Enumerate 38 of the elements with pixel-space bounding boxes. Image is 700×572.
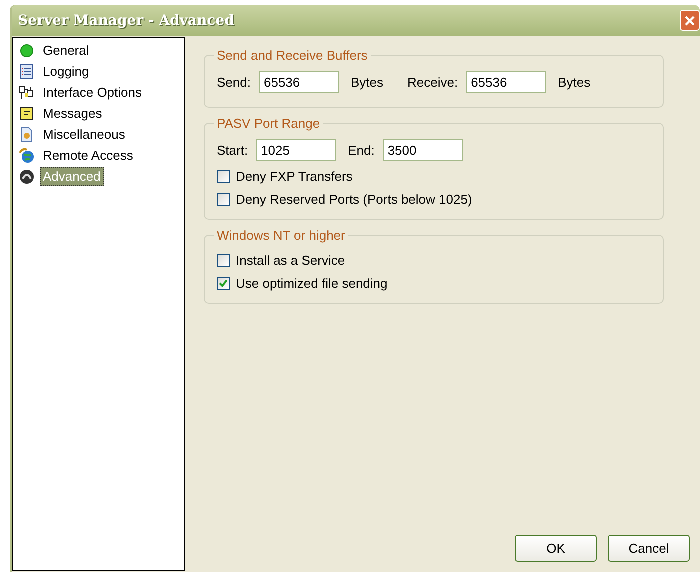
field-label: Start:	[217, 142, 248, 158]
sidebar-item[interactable]: Remote Access	[40, 146, 136, 165]
group-title: Send and Receive Buffers	[216, 48, 369, 63]
unit-label: Bytes	[350, 74, 384, 90]
checkbox-label[interactable]: Install as a Service	[236, 253, 346, 268]
checkbox[interactable]	[217, 254, 230, 267]
input-field[interactable]: 3500	[382, 139, 463, 161]
sidebar-item[interactable]: Interface Options	[40, 83, 145, 102]
sidebar-item[interactable]: Miscellaneous	[40, 125, 128, 144]
checkbox-label[interactable]: Deny FXP Transfers	[236, 169, 353, 184]
sidebar-item[interactable]: Messages	[40, 104, 106, 123]
window-title: Server Manager - Advanced	[18, 12, 234, 28]
document-icon	[19, 126, 35, 142]
globe-icon	[19, 148, 35, 164]
note-icon	[19, 106, 35, 122]
close-icon	[684, 14, 696, 26]
group-title: Windows NT or higher	[216, 228, 346, 243]
checkbox-label[interactable]: Use optimized file sending	[236, 276, 388, 291]
close-button[interactable]	[680, 10, 700, 31]
checkbox[interactable]	[217, 170, 230, 183]
group-title: PASV Port Range	[216, 116, 322, 131]
ok-button[interactable]: OK	[515, 535, 597, 562]
field-label: Send:	[217, 74, 251, 90]
sidebar-item[interactable]: General	[40, 41, 92, 60]
input-field[interactable]: 65536	[466, 71, 546, 93]
sidebar-item[interactable]: Logging	[40, 62, 92, 81]
input-field[interactable]: 65536	[258, 71, 339, 93]
checkbox-label[interactable]: Deny Reserved Ports (Ports below 1025)	[236, 192, 472, 207]
checkbox[interactable]	[217, 193, 230, 206]
field-label: End:	[348, 142, 375, 158]
checkbox[interactable]	[217, 277, 230, 290]
field-label: Receive:	[408, 74, 458, 90]
unit-label: Bytes	[558, 74, 591, 90]
input-field[interactable]: 1025	[256, 139, 336, 161]
cancel-button[interactable]: Cancel	[608, 535, 690, 562]
list-icon	[19, 64, 35, 80]
checkmark-icon	[219, 279, 228, 288]
dot-icon	[19, 42, 35, 58]
